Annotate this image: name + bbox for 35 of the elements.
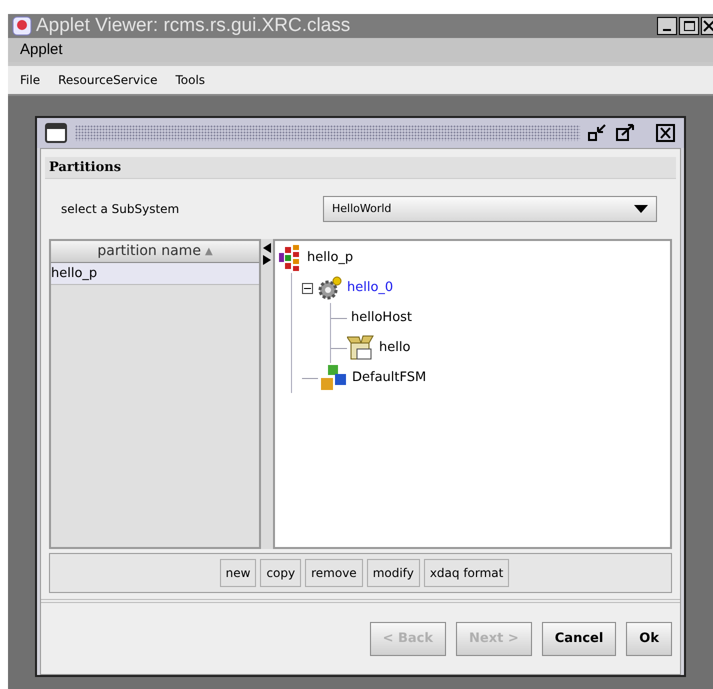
blocks-icon	[318, 364, 348, 392]
box-icon	[347, 334, 375, 362]
dropdown-arrow-icon	[634, 205, 648, 213]
menu-item[interactable]: Tools	[175, 71, 206, 89]
gear-icon	[317, 275, 343, 301]
menu-item[interactable]: File	[20, 71, 40, 89]
column-header[interactable]: partition name ▲	[51, 241, 259, 263]
panel-title: Partitions	[49, 158, 122, 177]
wizard-button[interactable]: Cancel	[542, 622, 616, 656]
maximize-window-icon[interactable]	[616, 124, 636, 142]
tree-node[interactable]: helloHost	[351, 308, 412, 328]
action-button[interactable]: remove	[305, 559, 363, 587]
action-button[interactable]: copy	[260, 559, 302, 587]
wizard-button[interactable]: Ok	[626, 622, 672, 656]
tree-node[interactable]: hello_0	[347, 278, 394, 298]
tree-node[interactable]: hello_p	[307, 248, 354, 268]
tree-node[interactable]: DefaultFSM	[352, 368, 426, 388]
action-button[interactable]: xdaq format	[424, 559, 510, 587]
window-icon	[45, 123, 67, 143]
maximize-button[interactable]	[679, 17, 699, 35]
minimize-button[interactable]	[657, 17, 677, 35]
minimize-window-icon[interactable]	[588, 124, 608, 142]
subsystem-label: select a SubSystem	[61, 201, 180, 218]
action-button[interactable]: new	[220, 559, 256, 587]
menu-item[interactable]: ResourceService	[58, 71, 158, 89]
table-row[interactable]: hello_p	[51, 263, 259, 285]
close-button[interactable]	[701, 17, 713, 35]
subsystem-dropdown[interactable]: HelloWorld	[323, 196, 657, 222]
action-button[interactable]: modify	[366, 559, 420, 587]
window-title: Applet Viewer: rcms.rs.gui.XRC.class	[36, 14, 350, 38]
menu-item[interactable]: Applet	[20, 38, 63, 62]
tree-node[interactable]: hello	[379, 338, 410, 358]
collapse-toggle[interactable]	[302, 282, 313, 294]
applet-icon	[12, 16, 32, 36]
close-icon[interactable]	[656, 124, 676, 142]
